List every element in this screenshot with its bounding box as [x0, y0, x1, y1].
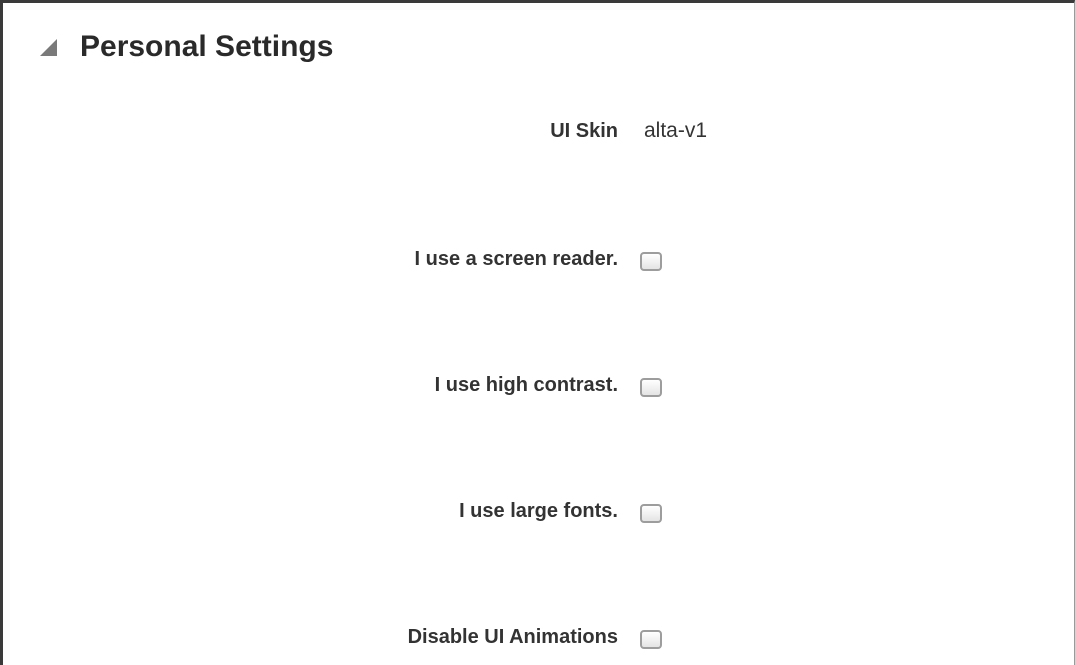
section-header[interactable]: Personal Settings: [39, 27, 333, 67]
disable-animations-checkbox[interactable]: [640, 630, 662, 649]
section-title: Personal Settings: [80, 30, 334, 63]
ui-skin-label: UI Skin: [550, 120, 618, 142]
screen-reader-checkbox[interactable]: [640, 252, 662, 271]
high-contrast-label: I use high contrast.: [434, 374, 618, 396]
personal-settings-panel: Personal Settings UI Skin alta-v1 I use …: [0, 0, 1075, 665]
disable-animations-label: Disable UI Animations: [407, 626, 618, 648]
triangle-down-right-icon[interactable]: [39, 38, 58, 57]
large-fonts-checkbox[interactable]: [640, 504, 662, 523]
ui-skin-value: alta-v1: [644, 119, 708, 142]
screen-reader-label: I use a screen reader.: [414, 248, 618, 270]
high-contrast-checkbox[interactable]: [640, 378, 662, 397]
large-fonts-label: I use large fonts.: [459, 500, 618, 522]
